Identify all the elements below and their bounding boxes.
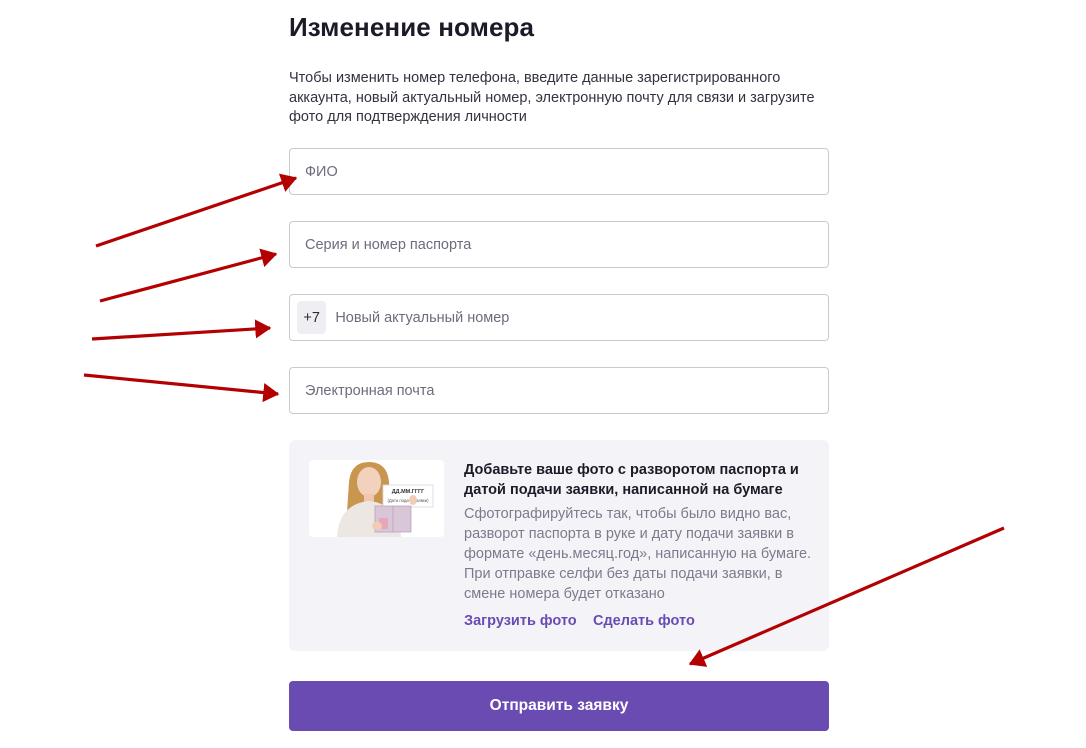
email-input[interactable] xyxy=(290,368,828,413)
page-description: Чтобы изменить номер телефона, введите д… xyxy=(289,70,815,125)
take-photo-link[interactable]: Сделать фото xyxy=(593,613,695,629)
annotation-arrow-fio xyxy=(95,173,298,248)
fio-field[interactable] xyxy=(289,148,829,195)
submit-request-button[interactable]: Отправить заявку xyxy=(289,681,829,731)
annotation-arrow-passport xyxy=(99,248,278,303)
passport-field[interactable] xyxy=(289,221,829,268)
photo-upload-card: ДД.ММ.ГГГГ (Дата подачи заявки) Добавьте… xyxy=(289,440,829,651)
photo-card-title: Добавьте ваше фото с разворотом паспорта… xyxy=(464,462,799,498)
phone-country-prefix: +7 xyxy=(297,301,327,334)
sample-selfie-illustration: ДД.ММ.ГГГГ (Дата подачи заявки) xyxy=(309,460,444,537)
sample-selfie-image: ДД.ММ.ГГГГ (Дата подачи заявки) xyxy=(309,460,444,537)
page-title: Изменение номера xyxy=(289,12,535,42)
annotation-arrow-email xyxy=(83,373,280,403)
phone-field[interactable]: +7 xyxy=(289,294,829,341)
sample-sign-caption: (Дата подачи заявки) xyxy=(387,498,429,503)
fio-input[interactable] xyxy=(290,149,828,194)
upload-photo-link[interactable]: Загрузить фото xyxy=(464,613,577,629)
photo-card-instructions: Сфотографируйтесь так, чтобы было видно … xyxy=(464,506,812,602)
passport-input[interactable] xyxy=(290,222,828,267)
phone-input[interactable] xyxy=(326,295,828,340)
sample-sign-date: ДД.ММ.ГГГГ xyxy=(392,489,425,495)
email-field[interactable] xyxy=(289,367,829,414)
annotation-arrow-phone xyxy=(91,319,272,341)
